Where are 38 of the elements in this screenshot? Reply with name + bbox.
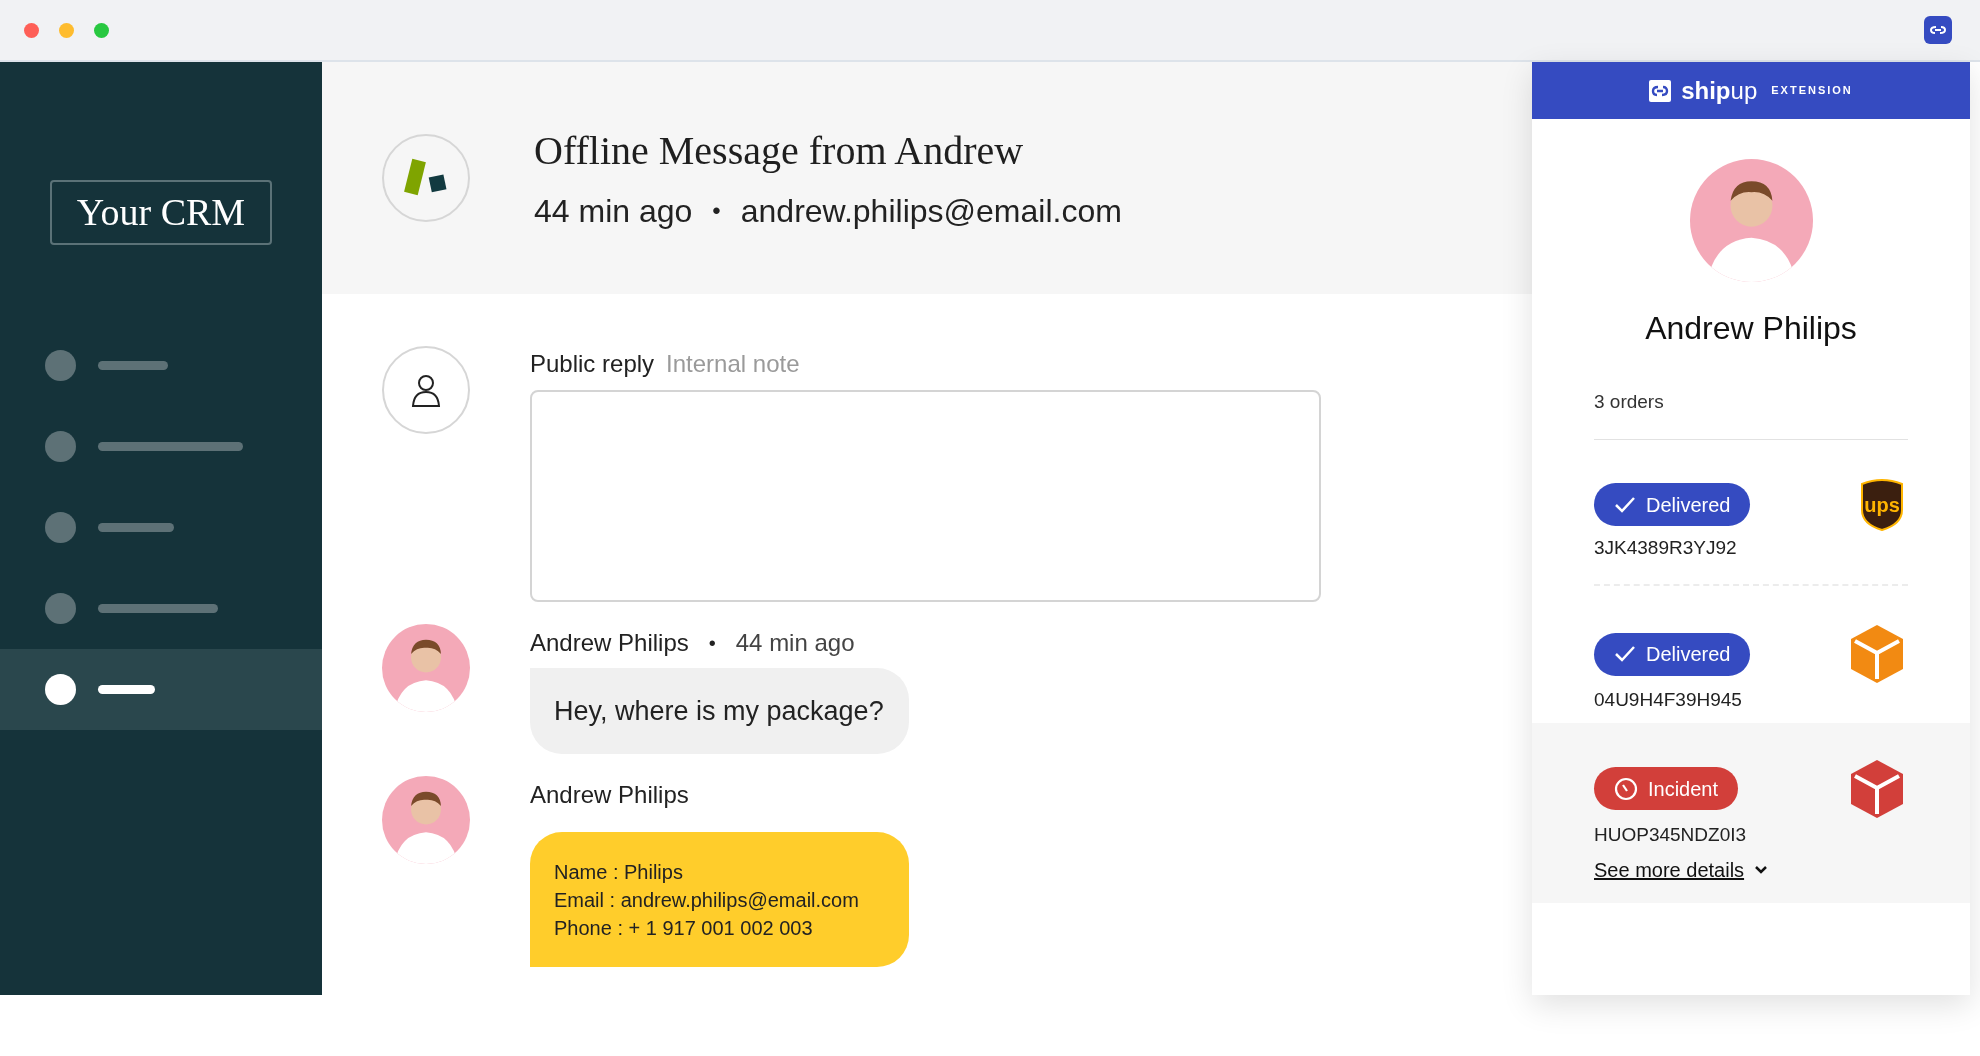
customer-name: Andrew Philips xyxy=(1645,309,1857,348)
app-logo: Your CRM xyxy=(50,180,272,245)
see-more-details-link[interactable]: See more details xyxy=(1594,855,1769,885)
maximize-window-button[interactable] xyxy=(94,22,109,38)
extension-toolbar-icon[interactable] xyxy=(1924,16,1952,44)
close-window-button[interactable] xyxy=(24,22,39,38)
tracking-number: 04U9H4F39H945 xyxy=(1594,688,1743,712)
separator-dot: • xyxy=(712,196,721,226)
status-badge: Incident xyxy=(1594,767,1739,810)
ticket-time: 44 min ago xyxy=(534,192,693,231)
ticket-title: Offline Message from Andrew xyxy=(534,127,1025,175)
check-icon xyxy=(1614,645,1636,663)
shield-logo-icon: ups xyxy=(1860,477,1904,532)
ticket-email: andrew.philips@email.com xyxy=(740,192,1122,231)
separator-dot: • xyxy=(708,631,716,656)
clock-icon xyxy=(1614,776,1638,801)
status-badge: Delivered xyxy=(1594,632,1751,676)
message-bubble: Hey, where is my package? xyxy=(530,668,909,754)
message-author: Andrew Philips xyxy=(530,628,689,658)
message-time: 44 min ago xyxy=(735,628,855,658)
contact-line: Name : Philips xyxy=(554,859,684,885)
sidebar-item[interactable] xyxy=(0,649,322,730)
reply-input-field[interactable] xyxy=(530,390,1321,602)
reply-tab[interactable]: Public reply xyxy=(530,346,655,382)
order-count: 3 orders xyxy=(1594,391,1664,412)
minimize-window-button[interactable] xyxy=(59,22,74,38)
message-author: Andrew Philips xyxy=(530,780,689,810)
brand-name: shipup xyxy=(1681,75,1758,106)
person-icon xyxy=(410,373,442,407)
contact-line: Phone : + 1 917 001 002 003 xyxy=(554,915,814,941)
extension-label: EXTENSION xyxy=(1771,83,1853,99)
tracking-number: 3JK4389R3YJ92 xyxy=(1594,535,1738,560)
chevron-down-icon xyxy=(1754,865,1769,875)
tracking-number: HUOP345NDZ0I3 xyxy=(1594,822,1748,847)
status-badge: Delivered xyxy=(1594,483,1751,526)
brand-logo-icon xyxy=(1649,79,1672,102)
contact-line: Email : andrew.philips@email.com xyxy=(554,887,860,913)
check-icon xyxy=(1614,495,1636,514)
